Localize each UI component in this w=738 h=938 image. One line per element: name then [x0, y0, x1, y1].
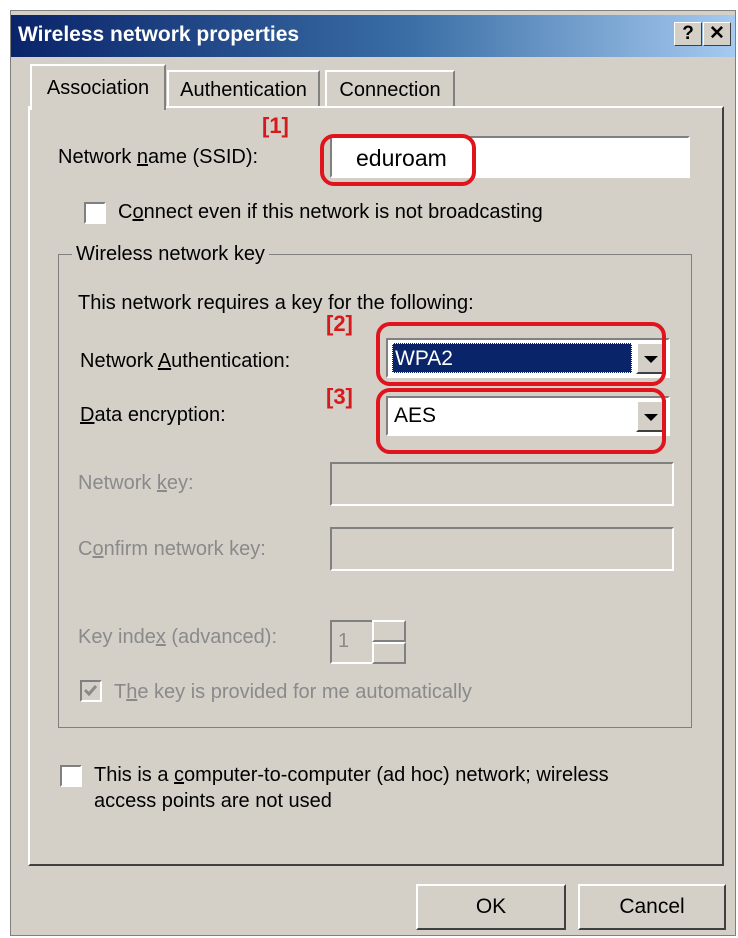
key-index-spinner[interactable] [372, 620, 406, 664]
connect-hidden-label: Connect even if this network is not broa… [118, 201, 543, 223]
key-index-value: 1 [338, 630, 350, 652]
checkmark-icon [83, 685, 98, 697]
adhoc-label-line1: This is a computer-to-computer (ad hoc) … [94, 764, 609, 786]
key-index-input[interactable]: 1 [330, 620, 374, 664]
annotation-highlight-1 [320, 134, 476, 186]
spin-up-button[interactable] [372, 620, 406, 642]
connect-hidden-checkbox[interactable] [84, 202, 106, 224]
annotation-marker-2: [2] [326, 311, 353, 336]
encryption-label: Data encryption: [80, 404, 226, 426]
close-button[interactable]: ✕ [703, 22, 731, 46]
adhoc-checkbox[interactable] [60, 765, 82, 787]
tab-association[interactable]: Association [30, 64, 166, 110]
confirm-key-input[interactable] [330, 527, 674, 571]
auto-key-checkbox[interactable] [80, 680, 102, 702]
tab-authentication[interactable]: Authentication [167, 70, 320, 108]
group-title: Wireless network key [72, 243, 269, 266]
annotation-marker-1: [1] [262, 113, 289, 138]
annotation-marker-3: [3] [326, 384, 353, 409]
confirm-key-label: Confirm network key: [78, 538, 266, 560]
annotation-highlight-2 [376, 322, 666, 386]
cancel-button[interactable]: Cancel [578, 884, 726, 930]
auto-key-label: The key is provided for me automatically [114, 681, 472, 703]
network-key-label: Network key: [78, 472, 194, 494]
ok-button[interactable]: OK [416, 884, 566, 930]
adhoc-label-line2: access points are not used [94, 790, 332, 812]
close-icon: ✕ [709, 23, 725, 44]
tab-connection[interactable]: Connection [325, 70, 455, 108]
annotation-highlight-3 [376, 388, 666, 454]
auth-label: Network Authentication: [80, 350, 291, 372]
network-key-input[interactable] [330, 462, 674, 506]
spin-down-button[interactable] [372, 642, 406, 664]
help-button[interactable]: ? [674, 22, 702, 46]
key-index-label: Key index (advanced): [78, 626, 278, 648]
window-title: Wireless network properties [18, 23, 300, 46]
ssid-label: Network name (SSID): [58, 146, 259, 168]
requires-key-text: This network requires a key for the foll… [78, 292, 474, 314]
